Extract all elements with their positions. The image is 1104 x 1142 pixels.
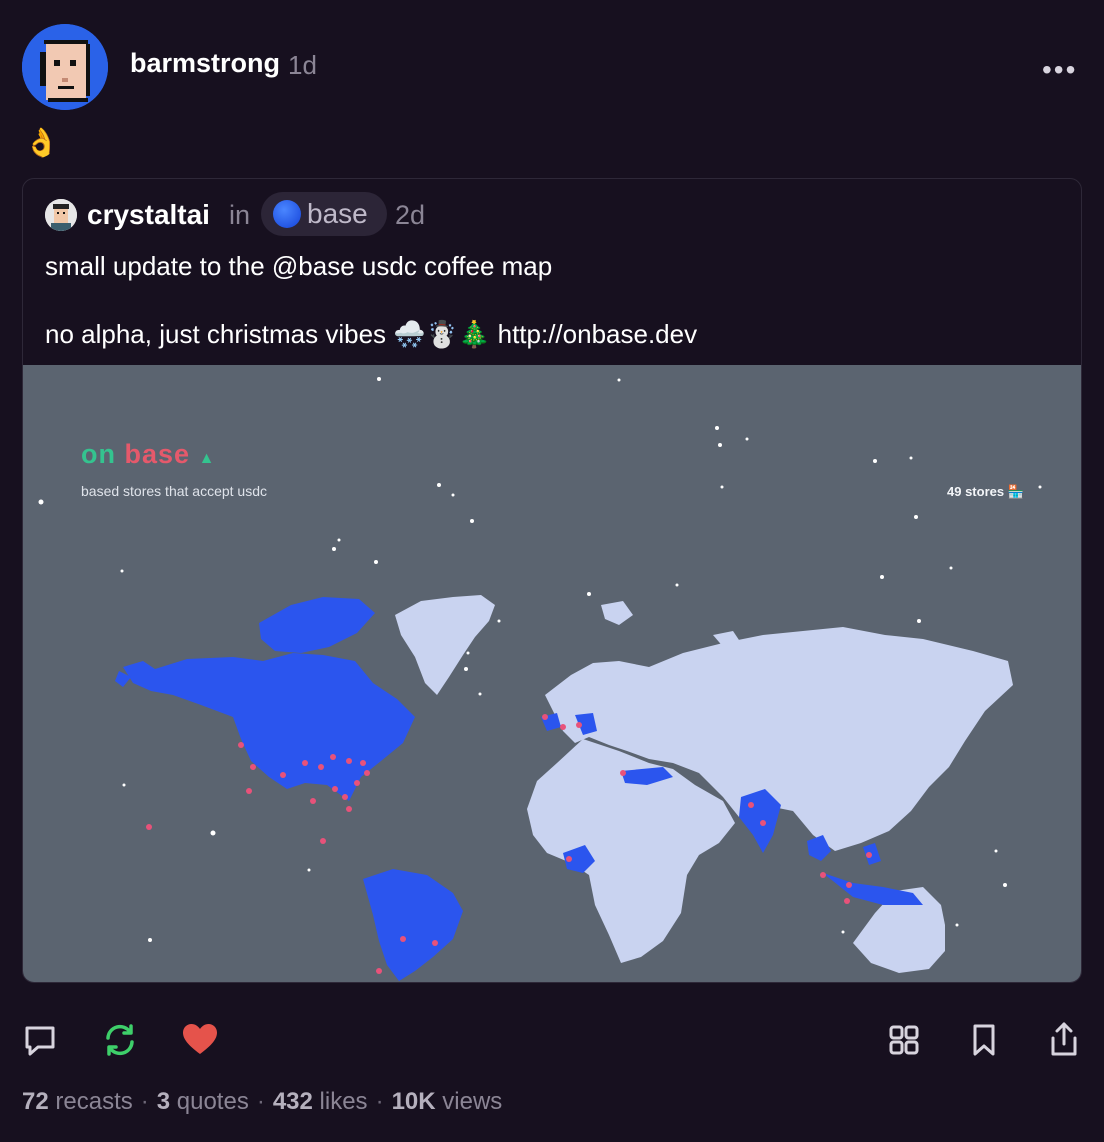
engagement-stats: 72 recasts · 3 quotes · 432 likes · 10K views — [22, 1088, 502, 1116]
more-horizontal-icon[interactable]: ••• — [1042, 56, 1077, 84]
heart-icon[interactable] — [180, 1020, 220, 1060]
quoted-cast[interactable]: crystaltai in base 2d small update to th… — [22, 178, 1082, 983]
separator: · — [256, 1088, 265, 1115]
author-avatar[interactable] — [22, 24, 108, 110]
map-title: on base ▲ — [81, 439, 215, 470]
views-count: 10K — [391, 1088, 436, 1115]
map-store-count: 49 stores 🏪 — [947, 484, 1024, 499]
separator: · — [140, 1088, 149, 1115]
quote-author-avatar[interactable] — [45, 199, 77, 231]
map-subtitle: based stores that accept usdc — [81, 483, 267, 499]
quotes-label[interactable]: quotes — [177, 1088, 249, 1115]
grid-icon[interactable] — [884, 1020, 924, 1060]
likes-label[interactable]: likes — [320, 1088, 368, 1115]
map-title-on: on — [81, 439, 116, 469]
recast-icon[interactable] — [100, 1020, 140, 1060]
quote-text-line-1: small update to the @base usdc coffee ma… — [45, 251, 553, 281]
tree-icon: ▲ — [198, 450, 216, 467]
channel-chip[interactable]: base — [261, 192, 387, 236]
base-logo-icon — [273, 200, 301, 228]
views-label: views — [442, 1088, 503, 1115]
quote-author-name[interactable]: crystaltai — [87, 199, 210, 231]
pixel-face-icon — [45, 199, 77, 231]
separator: · — [375, 1088, 384, 1115]
comment-icon[interactable] — [20, 1020, 60, 1060]
share-icon[interactable] — [1044, 1020, 1084, 1060]
post-text: 👌 — [24, 127, 59, 158]
likes-count: 432 — [272, 1088, 313, 1115]
recasts-count: 72 — [22, 1088, 49, 1115]
bookmark-icon[interactable] — [964, 1020, 1004, 1060]
quote-in-label: in — [229, 200, 251, 230]
map-title-base: base — [124, 439, 191, 469]
embedded-map-image[interactable]: on base ▲ based stores that accept usdc … — [23, 365, 1081, 982]
post-time: 1d — [288, 50, 317, 80]
land-masses — [395, 595, 1013, 973]
quote-time: 2d — [395, 200, 426, 230]
author-name[interactable]: barmstrong — [130, 48, 280, 79]
quotes-count: 3 — [156, 1088, 171, 1115]
quote-text-line-2: no alpha, just christmas vibes 🌨️☃️🎄 htt… — [45, 319, 698, 349]
pixel-face-icon — [22, 24, 108, 110]
recasts-label[interactable]: recasts — [55, 1088, 132, 1115]
channel-name: base — [307, 198, 368, 229]
